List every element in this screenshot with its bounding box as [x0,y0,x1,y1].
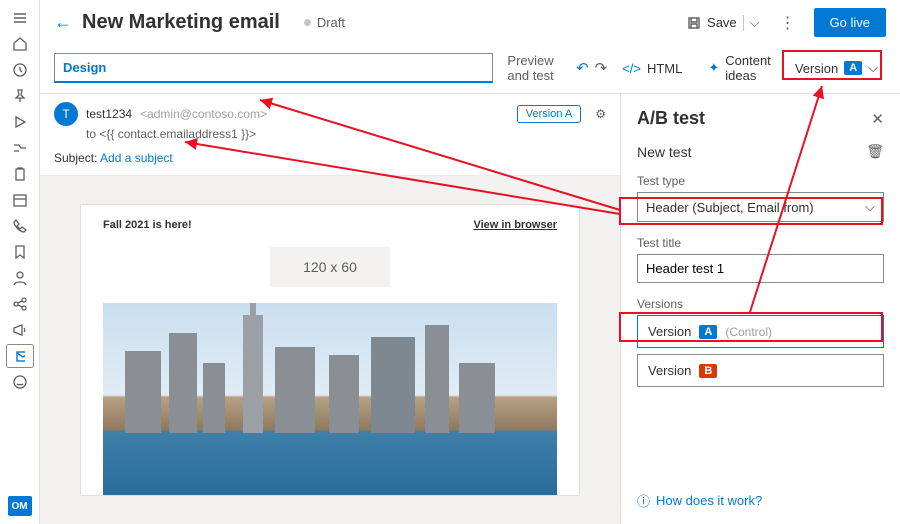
main-area: ← New Marketing email Draft Save ⌵ ⋮ Go … [40,0,900,524]
subject-row: Subject: Add a subject [54,151,606,165]
canvas-area: T test1234 <admin@contoso.com> Version A… [40,94,620,524]
avatar: T [54,102,78,126]
save-button[interactable]: Save ⌵ [681,11,766,35]
status-badge: Draft [304,15,345,30]
tab-preview[interactable]: Preview and test [497,43,567,93]
version-b-badge: B [699,364,717,378]
help-icon: ⓘ [637,491,650,510]
new-test-label: New test [637,144,691,160]
tab-bar: Design Preview and test ↶ ↷ </>HTML ✦Con… [40,43,900,94]
back-icon[interactable]: ← [54,12,72,33]
redo-icon[interactable]: ↷ [594,59,609,77]
from-name[interactable]: test1234 [86,107,132,121]
home-icon[interactable] [6,32,34,56]
test-type-label: Test type [637,174,884,188]
emoji-icon[interactable] [6,370,34,394]
save-chevron-icon[interactable]: ⌵ [743,15,760,31]
close-icon[interactable]: ✕ [871,110,884,128]
version-a-badge: A [699,325,717,339]
ab-test-panel: A/B test ✕ New test 🗑 Test type Header (… [620,94,900,524]
undo-icon[interactable]: ↶ [575,59,590,77]
share-icon[interactable] [6,292,34,316]
delete-icon[interactable]: 🗑 [866,143,884,160]
pin-icon[interactable] [6,84,34,108]
version-b-row[interactable]: Version B [637,354,884,387]
more-icon[interactable]: ⋮ [776,13,800,33]
subject-label: Subject: [54,151,97,165]
email-headline: Fall 2021 is here! [103,219,192,231]
title-bar: ← New Marketing email Draft Save ⌵ ⋮ Go … [40,0,900,43]
calendar-icon[interactable] [6,188,34,212]
version-a-badge: A [844,61,862,75]
left-nav-rail: OM [0,0,40,524]
logo-placeholder[interactable]: 120 x 60 [270,247,390,287]
go-live-button[interactable]: Go live [814,8,886,37]
control-label: (Control) [725,325,772,339]
email-body[interactable]: Fall 2021 is here! View in browser 120 x… [80,204,580,496]
from-address[interactable]: <admin@contoso.com> [140,107,267,121]
bookmark-icon[interactable] [6,240,34,264]
test-title-input[interactable] [637,254,884,283]
gear-icon[interactable]: ⚙ [595,107,606,121]
journey-icon[interactable] [6,136,34,160]
envelope-version-pill[interactable]: Version A [517,105,581,123]
play-icon[interactable] [6,110,34,134]
megaphone-icon[interactable] [6,318,34,342]
test-title-label: Test title [637,236,884,250]
version-a-row[interactable]: Version A (Control) [637,315,884,348]
to-field[interactable]: to <{{ contact.emailaddress1 }}> [86,127,606,141]
hero-image[interactable] [103,303,557,496]
email-envelope: T test1234 <admin@contoso.com> Version A… [40,94,620,176]
recent-icon[interactable] [6,58,34,82]
how-does-it-work-link[interactable]: ⓘ How does it work? [637,491,884,510]
hamburger-icon[interactable] [6,6,34,30]
html-button[interactable]: </>HTML [612,61,692,76]
mail-icon[interactable] [6,344,34,368]
person-icon[interactable] [6,266,34,290]
tab-design[interactable]: Design [54,53,493,83]
view-in-browser-link[interactable]: View in browser [473,219,557,231]
version-selector[interactable]: Version A ⌵ [787,56,886,80]
add-subject-link[interactable]: Add a subject [100,151,173,165]
chevron-down-icon: ⌵ [865,199,875,215]
org-badge[interactable]: OM [8,496,32,516]
page-title: New Marketing email [82,11,280,34]
test-type-select[interactable]: Header (Subject, Email from) ⌵ [637,192,884,222]
panel-title: A/B test [637,108,705,129]
versions-label: Versions [637,297,884,311]
clipboard-icon[interactable] [6,162,34,186]
content-ideas-button[interactable]: ✦Content ideas [696,53,782,83]
phone-icon[interactable] [6,214,34,238]
chevron-down-icon: ⌵ [868,60,878,76]
